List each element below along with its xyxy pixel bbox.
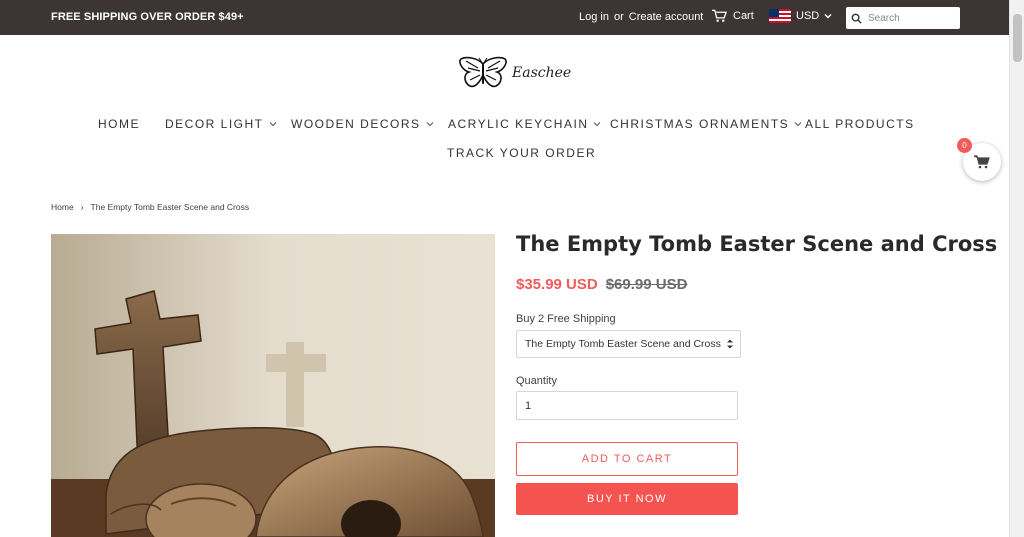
nav-wooden-decors[interactable]: WOODEN DECORS: [291, 117, 434, 131]
nav-acrylic-keychain[interactable]: ACRYLIC KEYCHAIN: [448, 117, 601, 131]
quantity-input[interactable]: [516, 391, 738, 420]
cart-icon: [712, 9, 727, 22]
variant-selected-value: The Empty Tomb Easter Scene and Cross: [525, 338, 721, 350]
nav-acrylic-keychain-label: ACRYLIC KEYCHAIN: [448, 117, 589, 131]
product-title: The Empty Tomb Easter Scene and Cross: [516, 232, 998, 256]
create-account-link[interactable]: Create account: [629, 11, 704, 23]
quantity-label: Quantity: [516, 375, 557, 387]
product-photo: [51, 234, 495, 537]
nav-track-order[interactable]: TRACK YOUR ORDER: [447, 146, 596, 160]
scrollbar-thumb[interactable]: [1013, 14, 1022, 62]
nav-christmas-ornaments-label: CHRISTMAS ORNAMENTS: [610, 117, 790, 131]
product-prices: $35.99 USD $69.99 USD: [516, 276, 687, 293]
logo-text: Easchee: [512, 65, 572, 81]
shipping-message: FREE SHIPPING OVER ORDER $49+: [51, 11, 244, 23]
variant-label: Buy 2 Free Shipping: [516, 313, 616, 325]
account-links: Log in or Create account: [579, 11, 703, 23]
chevron-down-icon: [426, 122, 433, 127]
header-cart-link[interactable]: Cart: [712, 9, 754, 23]
product-image[interactable]: [51, 234, 495, 537]
nav-wooden-decors-label: WOODEN DECORS: [291, 117, 421, 131]
cart-label: Cart: [733, 10, 754, 22]
sale-price: $35.99 USD: [516, 276, 598, 293]
butterfly-logo-icon: [459, 56, 507, 88]
site-logo[interactable]: Easchee: [458, 56, 571, 90]
buy-it-now-button[interactable]: BUY IT NOW: [516, 483, 738, 515]
nav-track-order-label: TRACK YOUR ORDER: [447, 146, 597, 160]
chevron-down-icon: [824, 14, 832, 19]
nav-all-products-label: ALL PRODUCTS: [805, 117, 915, 131]
search-box: [846, 7, 960, 29]
chevron-down-icon: [269, 122, 276, 127]
breadcrumb-separator: ›: [80, 202, 84, 212]
nav-home-label: HOME: [98, 117, 140, 131]
nav-home[interactable]: HOME: [98, 117, 140, 131]
nav-decor-light[interactable]: DECOR LIGHT: [165, 117, 277, 131]
breadcrumb-home[interactable]: Home: [51, 202, 74, 212]
us-flag-icon: [769, 9, 791, 23]
page-scrollbar[interactable]: [1009, 0, 1024, 537]
chevron-down-icon: [594, 122, 601, 127]
login-link[interactable]: Log in: [579, 11, 609, 23]
cart-count-badge: 0: [957, 138, 972, 153]
chevron-down-icon: [794, 122, 802, 127]
breadcrumb-current: The Empty Tomb Easter Scene and Cross: [90, 202, 250, 212]
floating-cart-button[interactable]: 0: [957, 138, 1001, 181]
add-to-cart-button[interactable]: ADD TO CART: [516, 442, 738, 476]
variant-select[interactable]: The Empty Tomb Easter Scene and Cross: [516, 330, 741, 358]
search-icon: [851, 13, 862, 24]
or-text: or: [613, 11, 624, 23]
cart-icon: [974, 155, 990, 169]
announcement-bar: FREE SHIPPING OVER ORDER $49+ Log in or Cr…: [0, 0, 1009, 35]
currency-label: USD: [796, 10, 820, 22]
nav-all-products[interactable]: ALL PRODUCTS: [805, 117, 915, 131]
select-arrows-icon: [727, 339, 733, 349]
nav-decor-light-label: DECOR LIGHT: [165, 117, 264, 131]
compare-at-price: $69.99 USD: [605, 276, 688, 293]
currency-selector[interactable]: USD: [769, 9, 832, 23]
nav-christmas-ornaments[interactable]: CHRISTMAS ORNAMENTS: [610, 117, 802, 131]
breadcrumb: Home › The Empty Tomb Easter Scene and C…: [51, 202, 249, 212]
search-input[interactable]: [868, 12, 956, 24]
